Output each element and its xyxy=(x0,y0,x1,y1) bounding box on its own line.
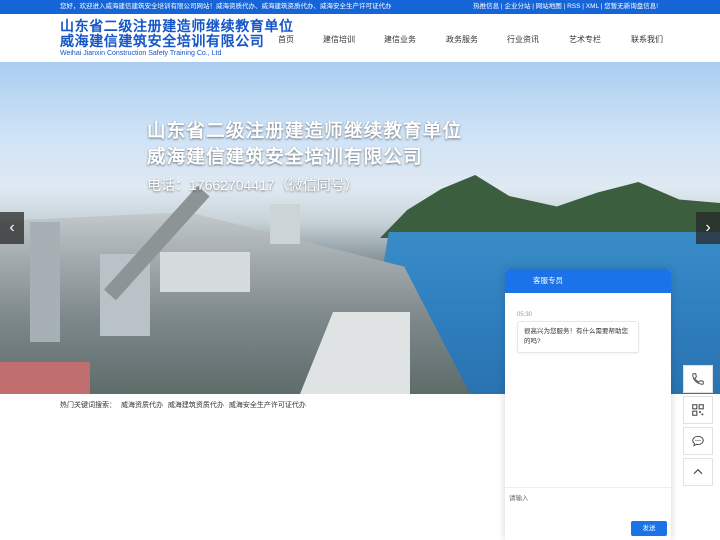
nav-item-government[interactable]: 政务服务 xyxy=(432,14,492,62)
side-toolbar xyxy=(683,365,713,489)
nav-item-home[interactable]: 首页 xyxy=(262,14,310,62)
back-to-top-button[interactable] xyxy=(683,458,713,486)
banner-phone: 电话：17662704417（微信同号） xyxy=(147,177,359,193)
chat-message: 很高兴为您服务！有什么需要帮助您的吗? xyxy=(517,321,639,353)
banner-prev-button[interactable]: ‹ xyxy=(0,212,24,244)
logo-line1: 山东省二级注册建造师继续教育单位 xyxy=(60,18,294,34)
banner-building xyxy=(160,252,250,292)
top-bar: 您好，欢迎进入威海建信建筑安全培训有限公司网站！威海资质代办、威海建筑资质代办、… xyxy=(0,0,720,14)
nav-item-art[interactable]: 艺术专栏 xyxy=(554,14,616,62)
banner-building xyxy=(30,222,60,342)
banner-text: 山东省二级注册建造师继续教育单位 威海建信建筑安全培训有限公司 电话：17662… xyxy=(147,118,462,197)
banner-headline-1: 山东省二级注册建造师继续教育单位 xyxy=(147,120,463,141)
header: 山东省二级注册建造师继续教育单位 威海建信建筑安全培训有限公司 Weihai J… xyxy=(0,14,720,62)
chat-title: 客服专员 xyxy=(505,269,671,293)
message-tool-button[interactable] xyxy=(683,427,713,455)
chat-input[interactable]: 请输入 xyxy=(509,492,529,502)
nav-item-business[interactable]: 建信业务 xyxy=(368,14,432,62)
chat-widget: 客服专员 05:30 很高兴为您服务！有什么需要帮助您的吗? 请输入 发送 xyxy=(505,269,671,540)
chat-send-button[interactable]: 发送 xyxy=(631,521,667,536)
phone-icon xyxy=(692,373,704,385)
top-links: 热推信息 | 企业分站 | 网站地图 | RSS | XML | 您暂无新询盘信… xyxy=(473,3,658,10)
site-logo[interactable]: 山东省二级注册建造师继续教育单位 威海建信建筑安全培训有限公司 Weihai J… xyxy=(60,18,294,58)
phone-tool-button[interactable] xyxy=(683,365,713,393)
top-link-hot[interactable]: 热推信息 xyxy=(473,3,499,10)
nav-item-news[interactable]: 行业资讯 xyxy=(492,14,554,62)
logo-line2: 威海建信建筑安全培训有限公司 xyxy=(60,33,265,49)
top-link-branch[interactable]: 企业分站 xyxy=(504,3,530,10)
logo-line3: Weihai Jianxin Construction Safety Train… xyxy=(60,50,222,57)
welcome-text: 您好，欢迎进入威海建信建筑安全培训有限公司网站！威海资质代办、威海建筑资质代办、… xyxy=(60,3,392,10)
top-link-sitemap[interactable]: 网站地图 xyxy=(536,3,562,10)
banner-headline-2: 威海建信建筑安全培训有限公司 xyxy=(147,146,423,167)
top-link-inquiry[interactable]: 您暂无新询盘信息! xyxy=(604,3,658,10)
back-to-top-icon xyxy=(693,468,703,475)
keyword-link[interactable]: 威海安全生产许可证代办 xyxy=(229,402,306,409)
top-link-rss[interactable]: RSS xyxy=(567,3,580,10)
chat-time: 05:30 xyxy=(517,312,533,318)
qrcode-tool-button[interactable] xyxy=(683,396,713,424)
chat-divider xyxy=(505,487,671,488)
nav-item-training[interactable]: 建信培训 xyxy=(310,14,368,62)
top-link-xml[interactable]: XML xyxy=(586,3,599,10)
nav-item-contact[interactable]: 联系我们 xyxy=(616,14,678,62)
banner-next-button[interactable]: › xyxy=(696,212,720,244)
qrcode-icon xyxy=(692,404,704,416)
hot-keywords: 热门关键词搜索： 威海资质代办 威海建筑资质代办 威海安全生产许可证代办 xyxy=(60,400,309,410)
keyword-link[interactable]: 威海建筑资质代办 xyxy=(168,402,224,409)
banner-track xyxy=(0,362,90,394)
message-icon xyxy=(692,435,704,447)
keywords-label: 热门关键词搜索： xyxy=(60,402,116,409)
main-nav: 首页 建信培训 建信业务 政务服务 行业资讯 艺术专栏 联系我们 xyxy=(262,14,678,62)
banner-building xyxy=(270,204,300,244)
keyword-link[interactable]: 威海资质代办 xyxy=(121,402,163,409)
